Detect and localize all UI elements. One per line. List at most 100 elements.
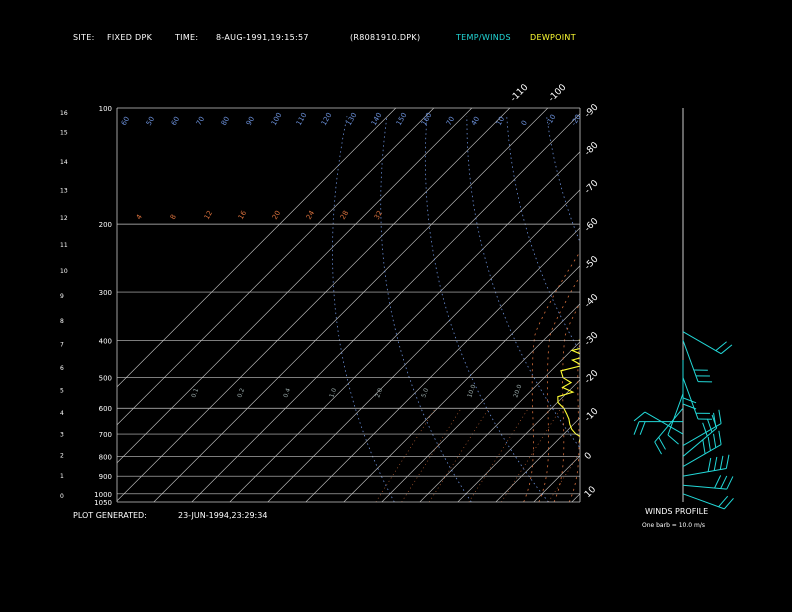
dry-adiabat-label: -20 [570,113,583,127]
wind-barb-flag [633,421,640,435]
wind-barb-shaft [682,331,722,355]
height-tick-label: 9 [60,293,64,300]
wind-barb-flag [682,403,697,410]
mixing-ratio-line [501,408,562,502]
height-tick-label: 2 [60,452,64,459]
isotherm-label: 10 [583,485,598,500]
isotherm-label: -10 [583,406,601,424]
moist-adiabat-line [584,232,654,502]
isotherm-line [117,108,397,388]
dry-adiabat-label: 10 [495,115,506,127]
moist-adiabat-line [615,232,685,502]
isotherm-line [267,189,580,502]
isotherm-label: -110 [509,82,531,104]
isotherm-line [153,108,549,502]
mixing-ratio-line [468,408,529,502]
isotherm-line [229,151,580,502]
isotherm-label: -90 [583,102,601,120]
isotherm-line [117,108,435,426]
dry-adiabat-line [706,116,792,502]
isotherm-line [457,379,580,502]
isotherm-line [419,341,580,502]
wind-barb-flag [667,434,679,445]
isotherm-label: -20 [583,368,601,386]
moist-adiabat-label: 28 [339,209,350,221]
dry-adiabat-label: 160 [420,111,434,127]
pressure-tick-label: 900 [99,473,112,481]
wind-barb-flag [658,436,666,450]
isotherm-label: -30 [583,330,601,348]
barb-note: One barb = 10.0 m/s [642,522,705,529]
moist-adiabat-label: 32 [373,209,384,221]
mixing-ratio-line [548,451,580,502]
mixing-ratio-line [429,408,490,502]
mixing-ratio-label: 20.0 [512,384,523,399]
wind-barb-shaft [654,407,684,443]
dry-adiabat-label: 150 [395,111,409,127]
wind-barb-flag [654,441,662,455]
height-tick-label: 10 [60,268,68,275]
height-tick-label: 12 [60,215,68,222]
dry-adiabat-label: 100 [270,111,284,127]
moist-adiabat-label: 16 [237,209,249,221]
moist-adiabat-line [660,232,730,502]
isotherm-label: -60 [583,216,601,234]
wind-barb-flag [714,475,722,489]
height-tick-label: 7 [60,342,64,349]
dry-adiabat-label: 140 [370,111,384,127]
moist-adiabat-line [630,232,700,502]
moist-adiabat-label: 8 [169,213,178,221]
wind-barb-flag [639,421,646,435]
moist-adiabat-line [645,232,715,502]
moist-adiabat-line [523,251,580,502]
isotherm-label: -40 [583,292,601,310]
dry-adiabat-line [786,116,792,502]
height-tick-label: 1 [60,473,64,480]
isotherm-line [191,113,580,502]
wind-barb-flag [718,495,729,508]
pressure-tick-label: 200 [99,221,112,229]
pressure-tick-label: 1050 [94,499,112,507]
mixing-ratio-line [375,408,436,502]
dry-adiabat-label: 130 [345,111,359,127]
height-tick-label: 8 [60,318,64,325]
wind-barb-flag [682,397,697,404]
winds-profile-title: WINDS PROFILE [645,507,709,516]
dry-adiabat-label: 40 [470,115,481,127]
moist-adiabat-label: 24 [305,209,317,221]
dry-adiabat-label: 80 [220,115,231,127]
wind-barb-shaft [667,393,684,436]
dry-adiabat-label: 0 [520,119,529,127]
height-tick-label: 15 [60,129,68,136]
isotherm-line [495,417,580,502]
wind-barb-flag [726,476,734,490]
moist-adiabat-label: 4 [135,213,144,221]
isotherm-label: -50 [583,254,601,272]
wind-barb-flag [719,455,724,470]
pressure-tick-label: 500 [99,375,112,383]
height-tick-label: 5 [60,388,64,395]
mixing-ratio-label: 10.0 [466,384,477,399]
dry-adiabat-label: 90 [245,115,256,127]
plot-generated-label: PLOT GENERATED: [73,511,147,520]
wind-barb-flag [715,341,727,352]
isotherm-line [648,108,792,502]
wind-barb-flag [633,411,646,422]
height-tick-label: 11 [60,242,68,249]
wind-barb-flag [718,409,722,424]
height-tick-label: 6 [60,365,64,372]
isotherm-line [686,108,792,502]
isotherm-line [533,455,580,502]
wind-barb-flag [713,456,718,471]
dry-adiabat-label: 50 [145,115,156,127]
wind-barb-flag [723,497,734,510]
isotherm-line [343,265,580,502]
wind-barb-shaft [682,340,699,382]
mixing-ratio-label: 0.4 [282,387,292,399]
wind-barb-shaft [682,484,727,490]
wind-barb-flag [702,439,706,454]
mixing-ratio-label: 0.1 [190,387,200,399]
dry-adiabat-label: 60 [120,115,131,127]
height-tick-label: 3 [60,431,64,438]
height-tick-label: 13 [60,187,68,194]
